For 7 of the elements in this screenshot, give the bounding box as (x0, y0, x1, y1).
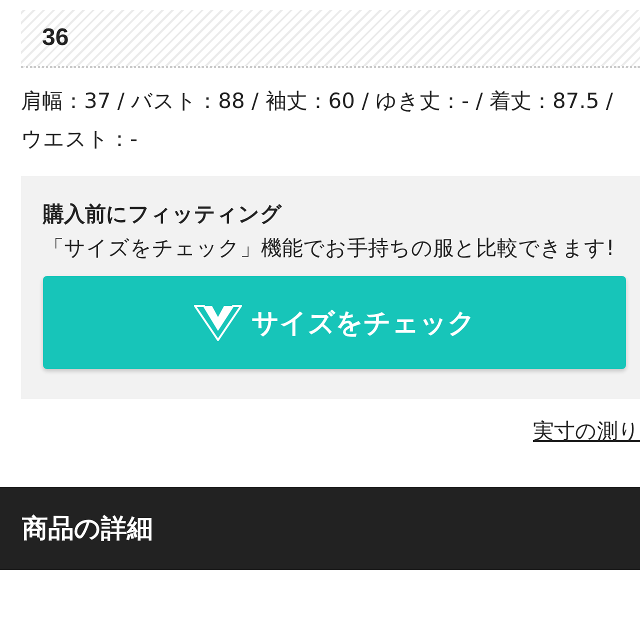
v-logo-icon (194, 304, 242, 340)
fitting-title: 購入前にフィッティング (43, 201, 283, 228)
measurement-guide-link[interactable]: 実寸の測り (533, 417, 640, 445)
size-label: 36 (42, 24, 69, 52)
measurements-text: 肩幅：37 / バスト：88 / 袖丈：60 / ゆき丈：- / 着丈：87.5 / ウエスト：- (21, 88, 614, 153)
fitting-description: 「サイズをチェック」機能でお手持ちの服と比較できます! (43, 235, 616, 262)
section-title: 商品の詳細 (22, 513, 153, 546)
